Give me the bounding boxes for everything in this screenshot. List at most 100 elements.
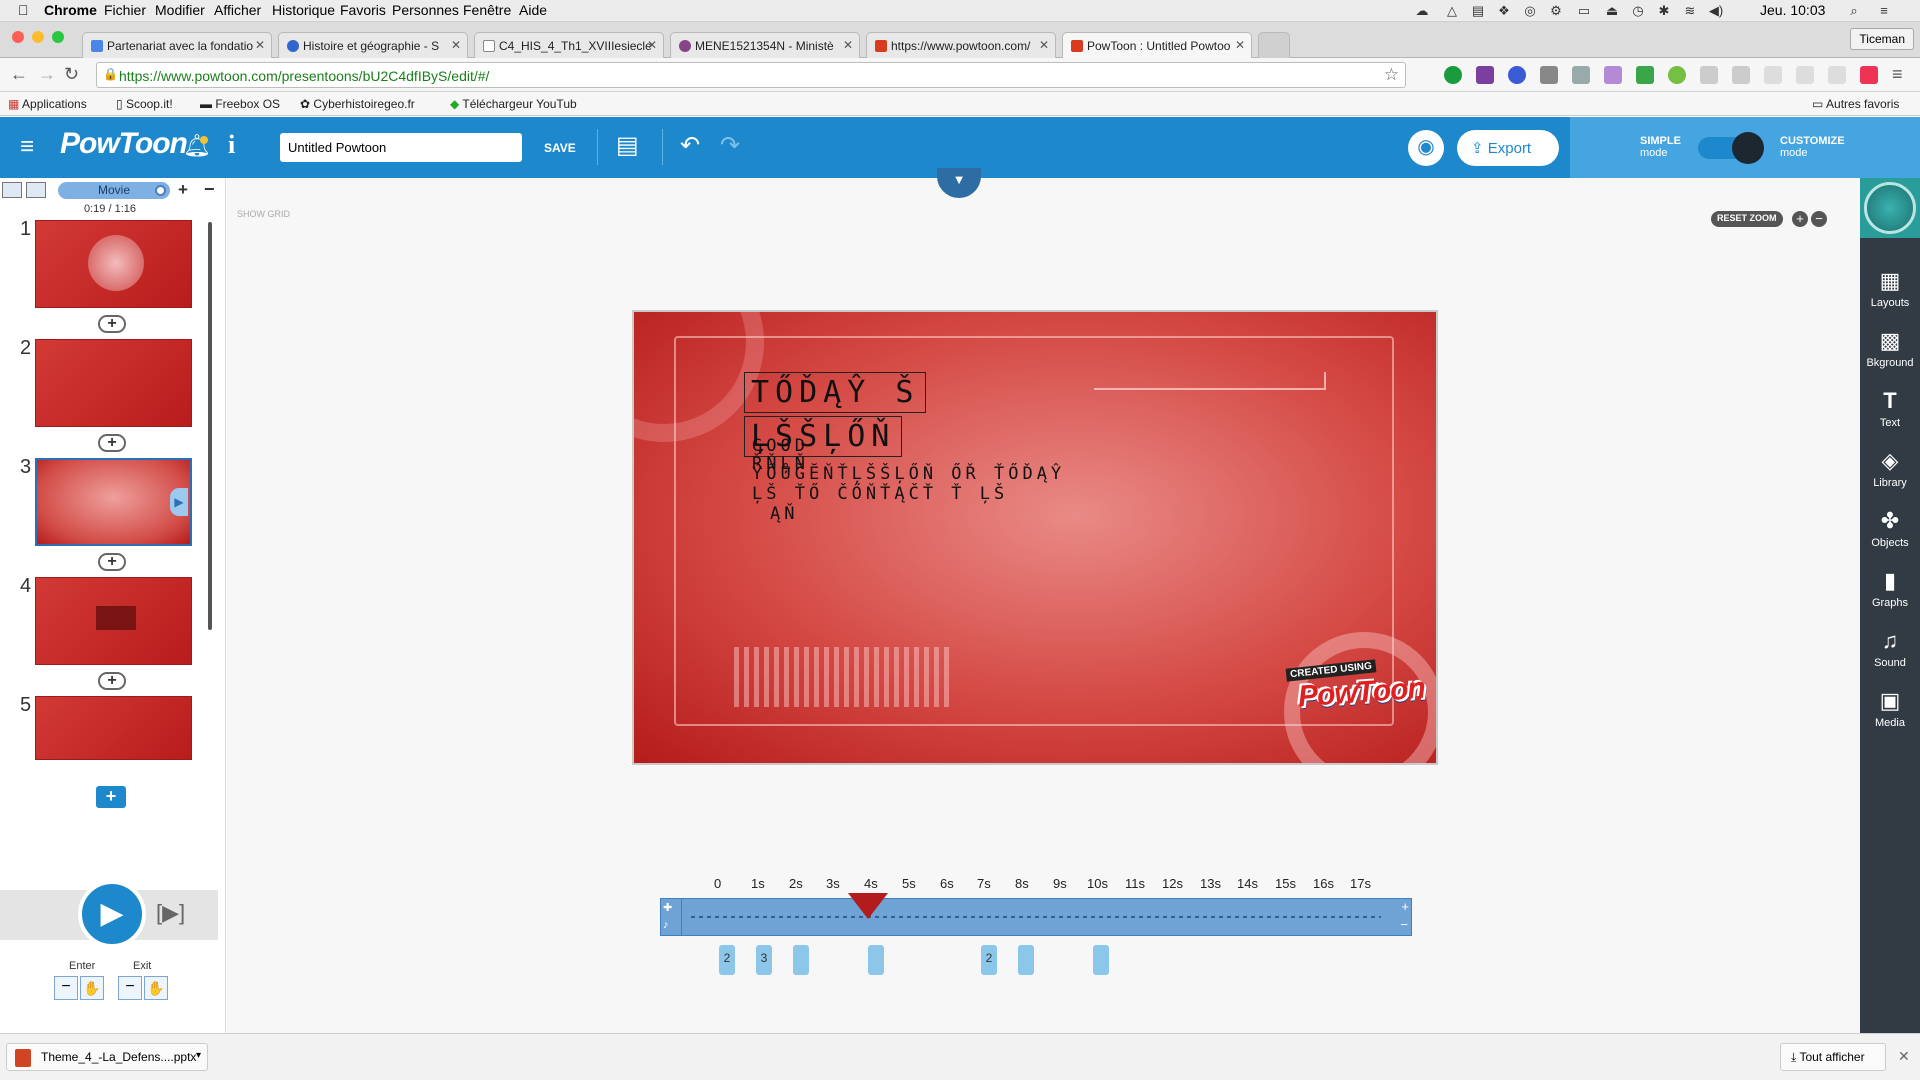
avatar[interactable] — [1864, 182, 1916, 234]
settings-icon[interactable]: ⚙ — [1548, 3, 1564, 18]
info-icon[interactable]: i — [228, 130, 235, 160]
tab-close-icon[interactable]: ✕ — [1039, 38, 1049, 52]
preview-eye-icon[interactable]: ◉ — [1408, 130, 1444, 166]
tool-graphs[interactable]: ▮ Graphs — [1860, 568, 1920, 609]
menu-aide[interactable]: Aide — [519, 2, 547, 18]
spotlight-icon[interactable]: ⌕ — [1846, 3, 1862, 18]
add-slide-plus-icon[interactable]: + — [178, 180, 188, 200]
rss-icon[interactable] — [1828, 66, 1846, 84]
inbox-icon[interactable]: ▤ — [1470, 3, 1486, 18]
extension-grey-icon[interactable] — [1540, 66, 1558, 84]
browser-tab[interactable]: Histoire et géographie - S ✕ — [278, 32, 468, 58]
close-downloads-icon[interactable]: ✕ — [1898, 1048, 1910, 1065]
reload-icon[interactable]: ↻ — [64, 64, 79, 85]
menu-fichier[interactable]: Fichier — [104, 2, 146, 18]
slide-thumbnail-5[interactable] — [35, 696, 192, 760]
camera-icon[interactable] — [1572, 66, 1590, 84]
timeline-zoom-out-icon[interactable]: − — [1400, 917, 1408, 932]
close-window-button[interactable] — [12, 31, 24, 43]
slides-scrollbar[interactable] — [208, 222, 212, 630]
pen-icon[interactable] — [1604, 66, 1622, 84]
timeline-object-marker[interactable]: 2 — [981, 945, 997, 975]
zoom-in-icon[interactable]: + — [1792, 211, 1808, 227]
browser-tab[interactable]: MENE1521354N - Ministè ✕ — [670, 32, 860, 58]
timeline-object-marker[interactable] — [793, 945, 809, 975]
tool-objects[interactable]: ✤ Objects — [1860, 508, 1920, 549]
add-slide-after-4-button[interactable]: + — [98, 672, 126, 690]
tool-library[interactable]: ◈ Library — [1860, 448, 1920, 489]
timeline-object-marker[interactable] — [868, 945, 884, 975]
slide-body-line-1[interactable]: GOOD — [752, 436, 809, 456]
undo-icon[interactable]: ↶ — [680, 131, 700, 160]
reset-zoom-button[interactable]: RESET ZOOM — [1711, 211, 1783, 227]
slide-thumbnail-4[interactable] — [35, 577, 192, 665]
extension-green2-icon[interactable] — [1636, 66, 1654, 84]
menu-personnes[interactable]: Personnes — [392, 2, 459, 18]
menu-modifier[interactable]: Modifier — [155, 2, 205, 18]
timeline-object-marker[interactable] — [1018, 945, 1034, 975]
view-list-icon[interactable] — [26, 182, 46, 198]
timeline-track[interactable]: ✚ ♪ + − — [660, 893, 1412, 936]
download-item[interactable]: Theme_4_-La_Defens....pptx ▾ — [6, 1043, 208, 1071]
menu-favoris[interactable]: Favoris — [340, 2, 386, 18]
chrome-menu-icon[interactable]: ≡ — [1892, 64, 1903, 85]
menu-afficher[interactable]: Afficher — [214, 2, 261, 18]
thumbnail-arrow-icon[interactable]: ▶ — [170, 488, 188, 516]
collapse-toolbar-icon[interactable]: ▼ — [937, 168, 981, 198]
tab-close-icon[interactable]: ✕ — [451, 38, 461, 52]
menu-fenetre[interactable]: Fenêtre — [463, 2, 511, 18]
movie-view-toggle[interactable]: Movie — [58, 182, 170, 199]
slide-canvas[interactable]: TŐĎĄŶ Š ĻŠŠĻŐŇ GOOD ŘŇĻŇ ÝŐŮĞĔŇŤĻŠŠĻŐŇ Ő… — [632, 310, 1438, 765]
menubar-clock[interactable]: Jeu. 10:03 — [1760, 2, 1825, 18]
show-all-downloads-button[interactable]: ⤓ Tout afficher — [1780, 1043, 1886, 1071]
slide-body-line-5[interactable]: ĄŇ — [770, 504, 798, 524]
bookmark-other[interactable]: ▭ Autres favoris — [1812, 97, 1899, 111]
powtoon-logo[interactable]: PowToon — [60, 127, 188, 161]
bookmark-youtube-downloader[interactable]: ◆ Téléchargeur YouTub — [450, 97, 577, 111]
timeline-object-marker[interactable] — [1093, 945, 1109, 975]
time-machine-icon[interactable]: ◷ — [1630, 3, 1646, 18]
extension-red-icon[interactable] — [1860, 66, 1878, 84]
bookmark-apps[interactable]: ▦ Applications — [8, 97, 87, 111]
timeline-object-marker[interactable]: 2 — [719, 945, 735, 975]
slide-thumbnail-3-selected[interactable]: ▶ — [35, 458, 192, 546]
save-button[interactable]: SAVE — [544, 141, 576, 155]
drive-icon[interactable]: △ — [1444, 3, 1460, 18]
bookmark-scoopit[interactable]: ▯ Scoop.it! — [116, 97, 173, 111]
remove-slide-minus-icon[interactable]: − — [204, 179, 215, 200]
browser-tab-active[interactable]: PowToon : Untitled Powtoo ✕ — [1062, 32, 1252, 58]
exit-none-button[interactable]: − — [118, 976, 142, 1000]
tab-close-icon[interactable]: ✕ — [1235, 38, 1245, 52]
slide-thumbnail-2[interactable] — [35, 339, 192, 427]
volume-icon[interactable]: ◀) — [1708, 3, 1724, 18]
back-icon[interactable]: ← — [10, 64, 28, 85]
add-slide-after-3-button[interactable]: + — [98, 553, 126, 571]
bookmark-freebox[interactable]: ▬ Freebox OS — [200, 97, 280, 111]
bluetooth-icon[interactable]: ✱ — [1656, 3, 1672, 18]
bookmark-cyberhistoiregeo[interactable]: ✿ Cyberhistoiregeo.fr — [300, 97, 415, 111]
minimize-window-button[interactable] — [32, 31, 44, 43]
menu-historique[interactable]: Historique — [272, 2, 335, 18]
tool-layouts[interactable]: ▦ Layouts — [1860, 268, 1920, 309]
extension-n-icon[interactable] — [1764, 66, 1782, 84]
download-menu-chevron-icon[interactable]: ▾ — [196, 1050, 201, 1061]
url-input[interactable]: 🔒 https://www.powtoon.com/presentoons/bU… — [96, 62, 1406, 88]
tool-sound[interactable]: ♫ Sound — [1860, 628, 1920, 669]
timeline-object-marker[interactable]: 3 — [756, 945, 772, 975]
zoom-out-icon[interactable]: − — [1811, 211, 1827, 227]
new-slide-button[interactable]: + — [96, 786, 126, 808]
add-slide-after-2-button[interactable]: + — [98, 434, 126, 452]
onenote-icon[interactable] — [1476, 66, 1494, 84]
timeline-music-icon[interactable]: ♪ — [663, 919, 669, 931]
hamburger-menu-icon[interactable]: ≡ — [20, 133, 34, 161]
document-icon[interactable]: ▤ — [616, 131, 639, 160]
eject-icon[interactable]: ⏏ — [1604, 3, 1620, 18]
tab-close-icon[interactable]: ✕ — [647, 38, 657, 52]
tool-background[interactable]: ▩ Bkground — [1860, 328, 1920, 369]
browser-tab[interactable]: C4_HIS_4_Th1_XVIIIesiecle ✕ — [474, 32, 664, 58]
notification-center-icon[interactable]: ≡ — [1876, 3, 1892, 18]
forward-icon[interactable]: → — [38, 64, 56, 85]
timeline-zoom-icon[interactable]: ✚ — [663, 901, 672, 914]
airplay-icon[interactable]: ▭ — [1576, 3, 1592, 18]
new-tab-button[interactable] — [1258, 32, 1290, 58]
